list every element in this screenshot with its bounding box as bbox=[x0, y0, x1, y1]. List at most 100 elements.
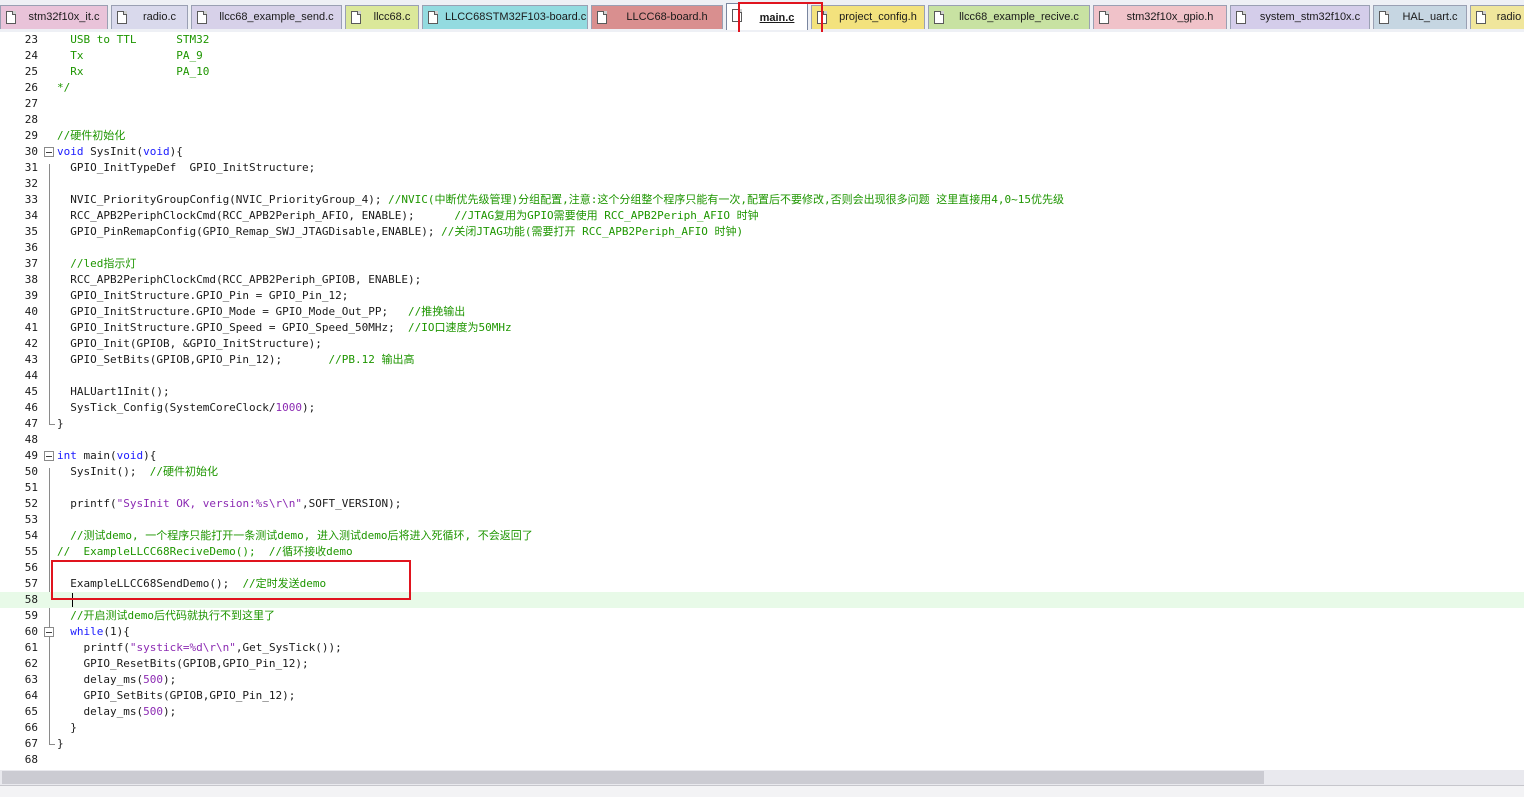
code-line[interactable]: 58 bbox=[0, 592, 1524, 608]
code-line[interactable]: 68 bbox=[0, 752, 1524, 768]
code-line[interactable]: 32 bbox=[0, 176, 1524, 192]
code-line[interactable]: 54 //测试demo, 一个程序只能打开一条测试demo, 进入测试demo后… bbox=[0, 528, 1524, 544]
code-token: ); bbox=[162, 705, 177, 718]
tab-system-stm32f10x-c[interactable]: system_stm32f10x.c bbox=[1230, 5, 1370, 29]
fold-collapse-icon[interactable] bbox=[44, 451, 54, 461]
code-line[interactable]: 57 ExampleLLCC68SendDemo(); //定时发送demo bbox=[0, 576, 1524, 592]
code-line[interactable]: 23 USB to TTL STM32 bbox=[0, 32, 1524, 48]
horizontal-scrollbar[interactable] bbox=[0, 770, 1524, 785]
code-line[interactable]: 45 HALUart1Init(); bbox=[0, 384, 1524, 400]
line-number: 33 bbox=[24, 193, 38, 206]
code-token: ){ bbox=[169, 145, 183, 158]
code-line[interactable]: 40 GPIO_InitStructure.GPIO_Mode = GPIO_M… bbox=[0, 304, 1524, 320]
code-text: //led指示灯 bbox=[57, 256, 136, 272]
line-number: 48 bbox=[24, 433, 38, 446]
code-text: printf("SysInit OK, version:%s\r\n",SOFT… bbox=[57, 496, 401, 512]
line-number: 50 bbox=[24, 465, 38, 478]
tab-llcc68-c[interactable]: llcc68.c bbox=[345, 5, 419, 29]
tab-label: system_stm32f10x.c bbox=[1259, 11, 1361, 23]
code-line[interactable]: 49 int main(void){ bbox=[0, 448, 1524, 464]
tab-llcc68stm32f103-board-c[interactable]: LLCC68STM32F103-board.c bbox=[422, 5, 588, 29]
code-line[interactable]: 53 bbox=[0, 512, 1524, 528]
file-icon bbox=[6, 11, 16, 24]
tab-llcc68-example-send-c[interactable]: llcc68_example_send.c bbox=[191, 5, 342, 29]
code-token: GPIO_PinRemapConfig(GPIO_Remap_SWJ_JTAGD… bbox=[57, 225, 442, 238]
line-number: 66 bbox=[24, 721, 38, 734]
code-line[interactable]: 63 delay_ms(500); bbox=[0, 672, 1524, 688]
line-number: 56 bbox=[24, 561, 38, 574]
code-line[interactable]: 64 GPIO_SetBits(GPIOB,GPIO_Pin_12); bbox=[0, 688, 1524, 704]
code-token: GPIO_InitStructure.GPIO_Pin = GPIO_Pin_1… bbox=[57, 289, 349, 302]
code-line[interactable]: 28 bbox=[0, 112, 1524, 128]
code-line[interactable]: 50 SysInit(); //硬件初始化 bbox=[0, 464, 1524, 480]
code-line[interactable]: 61 printf("systick=%d\r\n",Get_SysTick()… bbox=[0, 640, 1524, 656]
code-token: GPIO_InitStructure.GPIO_Speed = GPIO_Spe… bbox=[57, 321, 408, 334]
code-token: //硬件初始化 bbox=[57, 129, 126, 142]
tab-radio-c[interactable]: radio.c bbox=[111, 5, 188, 29]
code-token: //硬件初始化 bbox=[149, 465, 218, 478]
code-line[interactable]: 62 GPIO_ResetBits(GPIOB,GPIO_Pin_12); bbox=[0, 656, 1524, 672]
code-line[interactable]: 24 Tx PA_9 bbox=[0, 48, 1524, 64]
code-token: USB to TTL STM32 bbox=[57, 33, 210, 46]
code-token: ); bbox=[162, 673, 177, 686]
code-line[interactable]: 25 Rx PA_10 bbox=[0, 64, 1524, 80]
tab-llcc68-board-h[interactable]: LLCC68-board.h bbox=[591, 5, 723, 29]
code-line[interactable]: 51 bbox=[0, 480, 1524, 496]
code-text: ExampleLLCC68SendDemo(); //定时发送demo bbox=[57, 576, 326, 592]
code-line[interactable]: 55 // ExampleLLCC68ReciveDemo(); //循环接收de… bbox=[0, 544, 1524, 560]
code-line[interactable]: 34 RCC_APB2PeriphClockCmd(RCC_APB2Periph… bbox=[0, 208, 1524, 224]
code-token: "systick=%d\r\n" bbox=[129, 641, 236, 654]
code-line[interactable]: 48 bbox=[0, 432, 1524, 448]
fold-collapse-icon[interactable] bbox=[44, 147, 54, 157]
code-line[interactable]: 37 //led指示灯 bbox=[0, 256, 1524, 272]
code-line[interactable]: 33 NVIC_PriorityGroupConfig(NVIC_Priorit… bbox=[0, 192, 1524, 208]
code-line[interactable]: 52 printf("SysInit OK, version:%s\r\n",S… bbox=[0, 496, 1524, 512]
tab-hal-uart-c[interactable]: HAL_uart.c bbox=[1373, 5, 1467, 29]
code-token: GPIO_Init(GPIOB, &GPIO_InitStructure); bbox=[57, 337, 322, 350]
code-line[interactable]: 59 //开启测试demo后代码就执行不到这里了 bbox=[0, 608, 1524, 624]
code-line[interactable]: 30 void SysInit(void){ bbox=[0, 144, 1524, 160]
horizontal-scrollbar-thumb[interactable] bbox=[2, 771, 1264, 784]
code-line[interactable]: 65 delay_ms(500); bbox=[0, 704, 1524, 720]
code-line[interactable]: 36 bbox=[0, 240, 1524, 256]
tab-main-c[interactable]: main.c bbox=[726, 3, 808, 30]
tab-radio[interactable]: radio bbox=[1470, 5, 1524, 29]
tab-stm32f10x-gpio-h[interactable]: stm32f10x_gpio.h bbox=[1093, 5, 1227, 29]
code-line[interactable]: 67} bbox=[0, 736, 1524, 752]
code-line[interactable]: 43 GPIO_SetBits(GPIOB,GPIO_Pin_12); //PB… bbox=[0, 352, 1524, 368]
line-number: 60 bbox=[24, 625, 38, 638]
code-line[interactable]: 39 GPIO_InitStructure.GPIO_Pin = GPIO_Pi… bbox=[0, 288, 1524, 304]
code-token: printf( bbox=[57, 497, 117, 510]
tab-stm32f10x-it-c[interactable]: stm32f10x_it.c bbox=[0, 5, 108, 29]
code-token: printf( bbox=[57, 641, 130, 654]
code-line[interactable]: 60 while(1){ bbox=[0, 624, 1524, 640]
code-line[interactable]: 35 GPIO_PinRemapConfig(GPIO_Remap_SWJ_JT… bbox=[0, 224, 1524, 240]
code-line[interactable]: 44 bbox=[0, 368, 1524, 384]
line-number: 47 bbox=[24, 417, 38, 430]
code-editor[interactable]: 23 USB to TTL STM32 24 Tx PA_9 25 Rx PA_10… bbox=[0, 32, 1524, 770]
code-line[interactable]: 27 bbox=[0, 96, 1524, 112]
tab-label: llcc68_example_recive.c bbox=[959, 11, 1079, 23]
code-text: RCC_APB2PeriphClockCmd(RCC_APB2Periph_GP… bbox=[57, 272, 421, 288]
line-number: 51 bbox=[24, 481, 38, 494]
code-line[interactable]: 41 GPIO_InitStructure.GPIO_Speed = GPIO_… bbox=[0, 320, 1524, 336]
tab-llcc68-example-recive-c[interactable]: llcc68_example_recive.c bbox=[928, 5, 1090, 29]
code-line[interactable]: 31 GPIO_InitTypeDef GPIO_InitStructure; bbox=[0, 160, 1524, 176]
tab-project-config-h[interactable]: project_config.h bbox=[811, 5, 925, 29]
code-text: GPIO_SetBits(GPIOB,GPIO_Pin_12); bbox=[57, 688, 295, 704]
line-number: 55 bbox=[24, 545, 38, 558]
code-line[interactable]: 66 } bbox=[0, 720, 1524, 736]
code-text: delay_ms(500); bbox=[57, 704, 176, 720]
code-line[interactable]: 56 bbox=[0, 560, 1524, 576]
tab-label: radio bbox=[1496, 11, 1522, 23]
code-text: NVIC_PriorityGroupConfig(NVIC_PriorityGr… bbox=[57, 192, 1064, 208]
code-line[interactable]: 26 */ bbox=[0, 80, 1524, 96]
code-line[interactable]: 47} bbox=[0, 416, 1524, 432]
code-token: //开启测试demo后代码就执行不到这里了 bbox=[57, 609, 275, 622]
code-line[interactable]: 42 GPIO_Init(GPIOB, &GPIO_InitStructure)… bbox=[0, 336, 1524, 352]
code-line[interactable]: 29 //硬件初始化 bbox=[0, 128, 1524, 144]
code-line[interactable]: 38 RCC_APB2PeriphClockCmd(RCC_APB2Periph… bbox=[0, 272, 1524, 288]
code-text: GPIO_InitTypeDef GPIO_InitStructure; bbox=[57, 160, 315, 176]
fold-collapse-icon[interactable] bbox=[44, 627, 54, 637]
code-line[interactable]: 46 SysTick_Config(SystemCoreClock/1000); bbox=[0, 400, 1524, 416]
